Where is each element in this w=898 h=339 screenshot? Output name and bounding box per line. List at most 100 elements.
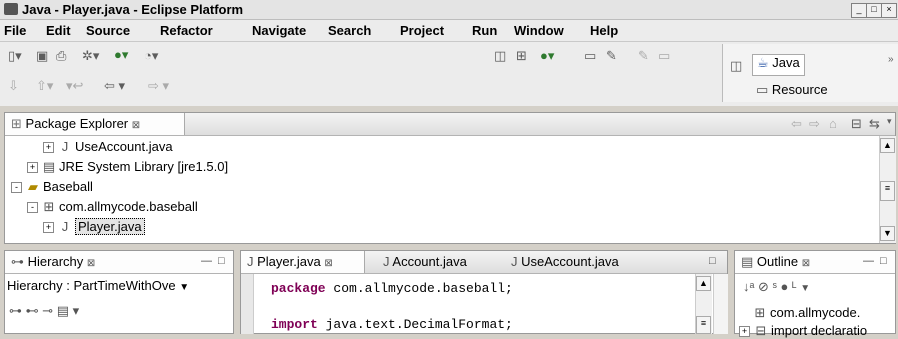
hide-nonpublic-icon[interactable]: ●	[781, 279, 789, 294]
external-tools-icon[interactable]: ◔▾	[144, 48, 158, 64]
menu-search[interactable]: Search	[328, 23, 371, 38]
editor-panel: J Player.java ⊠ J Account.java J UseAcco…	[240, 250, 728, 334]
home-icon[interactable]: ⌂	[829, 116, 837, 131]
prev-annotation-icon[interactable]: ⇧▾	[36, 78, 53, 94]
tree-item-useaccount[interactable]: + J UseAccount.java	[43, 139, 173, 154]
menu-refactor[interactable]: Refactor	[160, 23, 213, 38]
close-icon[interactable]: ×	[881, 3, 897, 18]
maximize-view-icon[interactable]: □	[709, 255, 716, 267]
edit-icon[interactable]: ✎	[638, 48, 649, 64]
package-icon: ⊞	[754, 305, 766, 320]
sort-icon[interactable]: ↓ᵃ	[743, 279, 754, 294]
link-editor-icon[interactable]: ⇆	[869, 116, 880, 132]
outline-panel: ▤ Outline ⊠ — □ ↓ᵃ ⊘ ˢ ● ᴸ ▼ ⊞ com.allmyc…	[734, 250, 896, 338]
menu-navigate[interactable]: Navigate	[252, 23, 306, 38]
scroll-thumb[interactable]: ≡	[880, 181, 895, 201]
tab-account-java[interactable]: J Account.java	[377, 251, 473, 273]
menu-source[interactable]: Source	[86, 23, 130, 38]
hierarchy-icon: ⊶	[11, 254, 24, 269]
open-type-icon[interactable]: ◫	[494, 48, 506, 64]
next-annotation-icon[interactable]: ⇩	[8, 78, 19, 94]
subtype-hierarchy-icon[interactable]: ⊸	[42, 303, 53, 318]
hide-static-icon[interactable]: ˢ	[773, 279, 777, 294]
tab-outline[interactable]: ▤ Outline ⊠	[735, 251, 827, 273]
minimize-view-icon[interactable]: —	[863, 255, 874, 267]
new-package-icon[interactable]: ⊞	[516, 48, 527, 64]
forward-icon[interactable]: ⇨ ▾	[148, 78, 169, 94]
package-explorer-tabbar: ⊞ Package Explorer ⊠ ⇦ ⇨ ⌂ ⊟ ⇆ ▾	[5, 113, 895, 136]
editor-gutter	[241, 274, 254, 334]
menu-edit[interactable]: Edit	[46, 23, 71, 38]
code-line-3[interactable]: import java.text.DecimalFormat;	[271, 317, 513, 332]
menu-help[interactable]: Help	[590, 23, 618, 38]
chevron-down-icon[interactable]: ▼	[179, 282, 189, 293]
menu-bar: File Edit Source Refactor Navigate Searc…	[0, 20, 898, 42]
hide-fields-icon[interactable]: ⊘	[758, 279, 769, 294]
save-icon[interactable]: ▣	[36, 48, 48, 64]
java-file-icon: J	[61, 219, 69, 234]
package-explorer-icon: ⊞	[11, 116, 22, 131]
open-folder-icon[interactable]: ▭	[584, 48, 596, 64]
menu-run[interactable]: Run	[472, 23, 497, 38]
annotation-icon[interactable]: ▭	[658, 48, 670, 64]
type-hierarchy-icon[interactable]: ⊶	[9, 303, 22, 318]
menu-file[interactable]: File	[4, 23, 26, 38]
debug-icon[interactable]: ✲▾	[82, 48, 99, 64]
search-icon[interactable]: ✎	[606, 48, 617, 64]
layout-menu-icon[interactable]: ▤ ▾	[57, 303, 79, 318]
view-menu-icon[interactable]: ▼	[800, 283, 810, 294]
view-menu-icon[interactable]: ▾	[887, 116, 892, 127]
maximize-view-icon[interactable]: □	[880, 255, 887, 267]
close-tab-icon[interactable]: ⊠	[87, 258, 95, 269]
expand-icon[interactable]: +	[739, 326, 750, 338]
outline-item-package[interactable]: ⊞ com.allmycode.	[753, 305, 861, 321]
print-icon[interactable]: ⎙	[56, 48, 66, 64]
back-nav-icon[interactable]: ⇦	[791, 116, 802, 132]
hide-local-types-icon[interactable]: ᴸ	[792, 279, 797, 294]
scroll-up-icon[interactable]: ▲	[880, 138, 895, 153]
editor-scrollbar[interactable]: ▲ ≡	[695, 274, 712, 334]
toolbar: ▯▾ ▣ ⎙ ✲▾ ●▾ ◔▾ ◫ ⊞ ●▾ ▭ ✎ ✎ ▭ ⇩ ⇧▾ ▾↩ ⇦…	[0, 42, 898, 106]
last-edit-icon[interactable]: ▾↩	[66, 78, 83, 94]
close-tab-icon[interactable]: ⊠	[324, 258, 332, 269]
maximize-icon[interactable]: □	[866, 3, 882, 18]
maximize-view-icon[interactable]: □	[218, 255, 225, 267]
java-file-icon: J	[61, 139, 69, 154]
minimize-view-icon[interactable]: —	[201, 255, 212, 267]
code-line-1[interactable]: package com.allmycode.baseball;	[271, 281, 513, 296]
tree-item-baseball[interactable]: - ▰ Baseball	[11, 179, 93, 195]
close-tab-icon[interactable]: ⊠	[132, 120, 140, 131]
close-tab-icon[interactable]: ⊠	[802, 258, 810, 269]
menu-window[interactable]: Window	[514, 23, 564, 38]
scroll-up-icon[interactable]: ▲	[696, 276, 711, 291]
tab-player-java[interactable]: J Player.java ⊠	[241, 251, 365, 273]
outline-item-imports[interactable]: + ⊟ import declaratio	[739, 323, 867, 339]
forward-nav-icon[interactable]: ⇨	[809, 116, 820, 132]
tree-item-player[interactable]: + J Player.java	[43, 218, 145, 235]
editor-tabbar: J Player.java ⊠ J Account.java J UseAcco…	[241, 251, 727, 274]
scroll-down-icon[interactable]: ▼	[880, 226, 895, 241]
run-icon[interactable]: ●▾	[114, 47, 128, 63]
tab-useaccount-java[interactable]: J UseAccount.java	[505, 251, 625, 273]
toolbar-overflow-icon[interactable]: »	[888, 54, 894, 65]
back-icon[interactable]: ⇦ ▾	[104, 78, 125, 94]
hierarchy-toolbar: ⊶ ⊷ ⊸ ▤ ▾	[9, 303, 79, 319]
tab-package-explorer[interactable]: ⊞ Package Explorer ⊠	[5, 113, 185, 135]
scroll-thumb[interactable]: ≡	[696, 316, 711, 334]
collapse-all-icon[interactable]: ⊟	[851, 116, 862, 132]
overview-ruler	[713, 274, 728, 334]
minimize-icon[interactable]: _	[851, 3, 867, 18]
tree-item-jre[interactable]: + ▤ JRE System Library [jre1.5.0]	[27, 159, 228, 175]
perspective-java[interactable]: ☕ Java	[752, 54, 805, 76]
open-perspective-icon[interactable]: ◫	[730, 58, 742, 74]
new-icon[interactable]: ▯▾	[8, 48, 22, 64]
supertype-hierarchy-icon[interactable]: ⊷	[26, 303, 39, 318]
tab-hierarchy[interactable]: ⊶ Hierarchy ⊠	[5, 251, 109, 273]
project-folder-icon: ▰	[28, 179, 38, 194]
tree-item-package[interactable]: - ⊞ com.allmycode.baseball	[27, 199, 198, 215]
perspective-resource[interactable]: ▭ Resource	[756, 82, 828, 98]
package-explorer-scrollbar[interactable]: ▲ ≡ ▼	[879, 136, 896, 243]
hierarchy-selector[interactable]: Hierarchy : PartTimeWithOve ▼	[7, 278, 189, 293]
menu-project[interactable]: Project	[400, 23, 444, 38]
new-class-icon[interactable]: ●▾	[540, 48, 554, 64]
